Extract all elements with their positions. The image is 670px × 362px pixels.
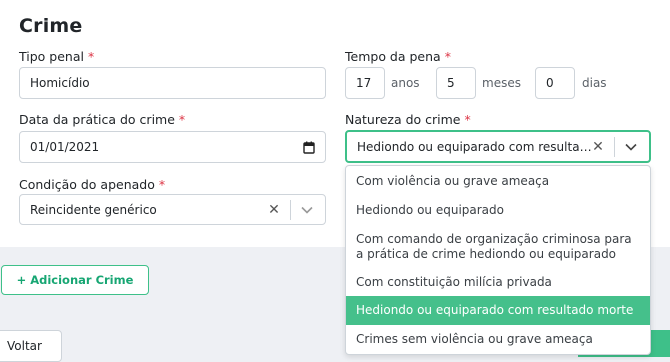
dropdown-option[interactable]: Hediondo ou equiparado <box>346 196 650 225</box>
required-asterisk: * <box>464 112 471 127</box>
tipo-penal-value: Homicídio <box>30 76 90 90</box>
anos-input[interactable]: 17 <box>345 67 385 99</box>
data-pratica-input[interactable]: 01/01/2021 <box>19 131 326 163</box>
meses-input[interactable]: 5 <box>436 67 476 99</box>
back-button[interactable]: Voltar <box>0 330 62 362</box>
add-crime-button[interactable]: + Adicionar Crime <box>1 265 149 295</box>
required-asterisk: * <box>178 112 186 127</box>
dropdown-option[interactable]: Crimes sem violência ou grave ameaça <box>346 325 650 354</box>
natureza-controls: ✕ <box>587 132 649 161</box>
required-asterisk: * <box>444 49 451 64</box>
condicao-select[interactable]: Reincidente genérico ✕ <box>19 194 326 225</box>
natureza-label: Natureza do crime * <box>345 112 471 127</box>
required-asterisk: * <box>87 49 95 64</box>
anos-value: 17 <box>356 76 372 90</box>
condicao-label: Condição do apenado * <box>19 177 166 192</box>
clear-icon[interactable]: ✕ <box>587 139 609 155</box>
condicao-controls: ✕ <box>263 195 325 224</box>
separator <box>290 199 291 220</box>
condicao-value: Reincidente genérico <box>30 202 157 217</box>
tempo-pena-label: Tempo da pena * <box>345 49 451 64</box>
dias-label: dias <box>582 76 607 90</box>
chevron-down-icon[interactable] <box>297 206 317 214</box>
calendar-icon[interactable] <box>303 141 315 157</box>
dropdown-option[interactable]: Com constituição milícia privada <box>346 269 650 296</box>
dias-input[interactable]: 0 <box>535 67 575 99</box>
dropdown-option[interactable]: Com comando de organização criminosa par… <box>346 225 650 269</box>
clear-icon[interactable]: ✕ <box>263 202 285 218</box>
tipo-penal-label: Tipo penal * <box>19 49 95 64</box>
chevron-down-icon[interactable] <box>621 143 641 151</box>
tipo-penal-field[interactable]: Homicídio <box>19 67 326 99</box>
data-pratica-label: Data da prática do crime * <box>19 112 186 127</box>
dias-value: 0 <box>546 76 554 90</box>
dropdown-option[interactable]: Com violência ou grave ameaça <box>346 166 650 196</box>
natureza-value: Hediondo ou equiparado com resultado mo.… <box>357 139 592 154</box>
required-asterisk: * <box>158 177 166 192</box>
section-title: Crime <box>19 15 83 37</box>
data-pratica-value: 01/01/2021 <box>30 140 100 154</box>
meses-value: 5 <box>447 76 455 90</box>
dropdown-option-selected[interactable]: Hediondo ou equiparado com resultado mor… <box>346 296 650 325</box>
anos-label: anos <box>391 76 420 90</box>
natureza-dropdown-menu: Com violência ou grave ameaça Hediondo o… <box>345 165 651 355</box>
meses-label: meses <box>482 76 521 90</box>
natureza-select[interactable]: Hediondo ou equiparado com resultado mo.… <box>345 130 651 163</box>
separator <box>614 136 615 157</box>
